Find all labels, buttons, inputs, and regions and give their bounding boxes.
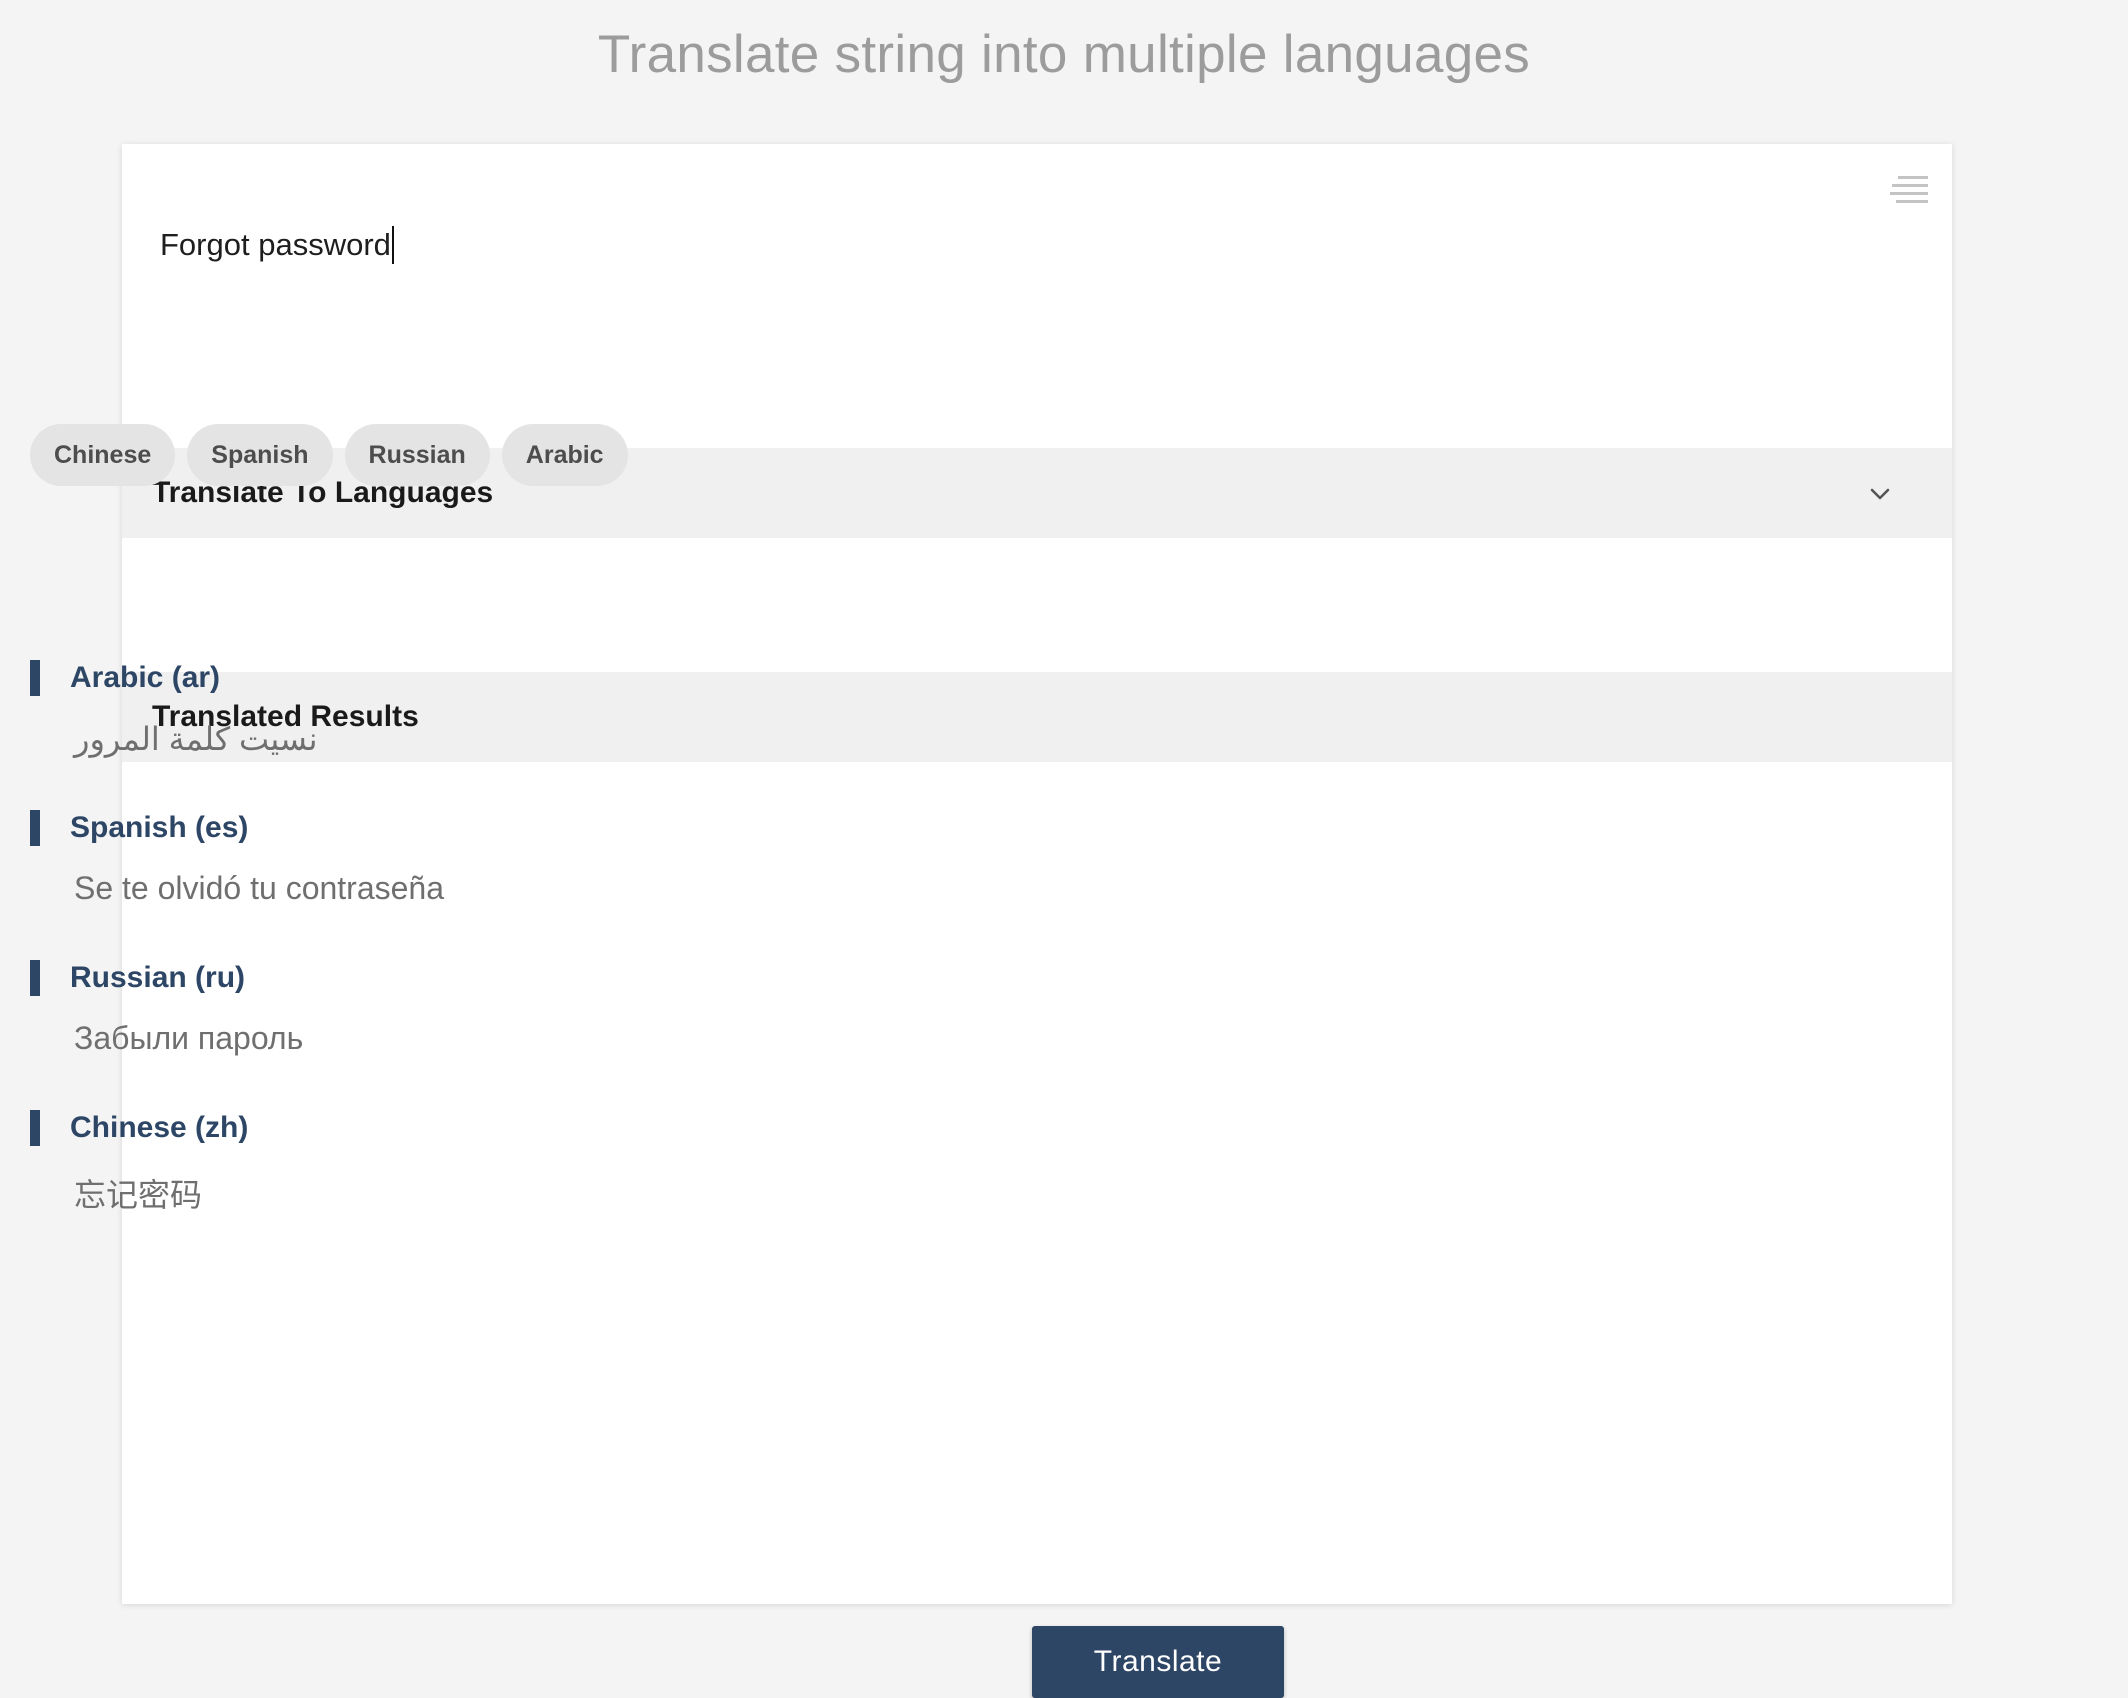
- result-marker: [30, 810, 40, 846]
- language-chip-russian[interactable]: Russian: [344, 424, 490, 486]
- source-text-input[interactable]: Forgot password: [160, 226, 394, 264]
- result-language: Arabic (ar): [70, 661, 221, 694]
- language-chip-chinese[interactable]: Chinese: [30, 424, 176, 486]
- result-translation: 忘记密码: [74, 1177, 203, 1213]
- result-language: Russian (ru): [70, 961, 246, 994]
- result-item-arabic: Arabic (ar) نسيت كلمة المرور: [30, 660, 1730, 810]
- language-chip-arabic[interactable]: Arabic: [501, 424, 628, 486]
- chevron-down-icon[interactable]: [1866, 480, 1894, 508]
- result-marker: [30, 660, 40, 696]
- result-marker: [30, 1110, 40, 1146]
- result-language: Spanish (es): [70, 811, 249, 844]
- result-marker: [30, 960, 40, 996]
- result-language: Chinese (zh): [70, 1111, 249, 1144]
- result-translation: Забыли пароль: [74, 1020, 304, 1056]
- translate-button[interactable]: Translate: [1032, 1626, 1284, 1698]
- source-text-area[interactable]: Forgot password: [122, 144, 1952, 448]
- page-title: Translate string into multiple languages: [597, 25, 1531, 84]
- lines-icon[interactable]: [1888, 174, 1930, 206]
- result-translation: نسيت كلمة المرور: [74, 721, 318, 757]
- result-item-spanish: Spanish (es) Se te olvidó tu contraseña: [30, 810, 1730, 960]
- result-item-russian: Russian (ru) Забыли пароль: [30, 960, 1730, 1110]
- language-chips: Chinese Spanish Russian Arabic: [30, 424, 628, 486]
- text-cursor: [391, 226, 394, 264]
- results-list: Arabic (ar) نسيت كلمة المرور Spanish (es…: [30, 660, 1730, 1260]
- source-text-value: Forgot password: [160, 227, 391, 262]
- result-translation: Se te olvidó tu contraseña: [74, 870, 445, 906]
- result-item-chinese: Chinese (zh) 忘记密码: [30, 1110, 1730, 1260]
- language-chip-spanish[interactable]: Spanish: [187, 424, 333, 486]
